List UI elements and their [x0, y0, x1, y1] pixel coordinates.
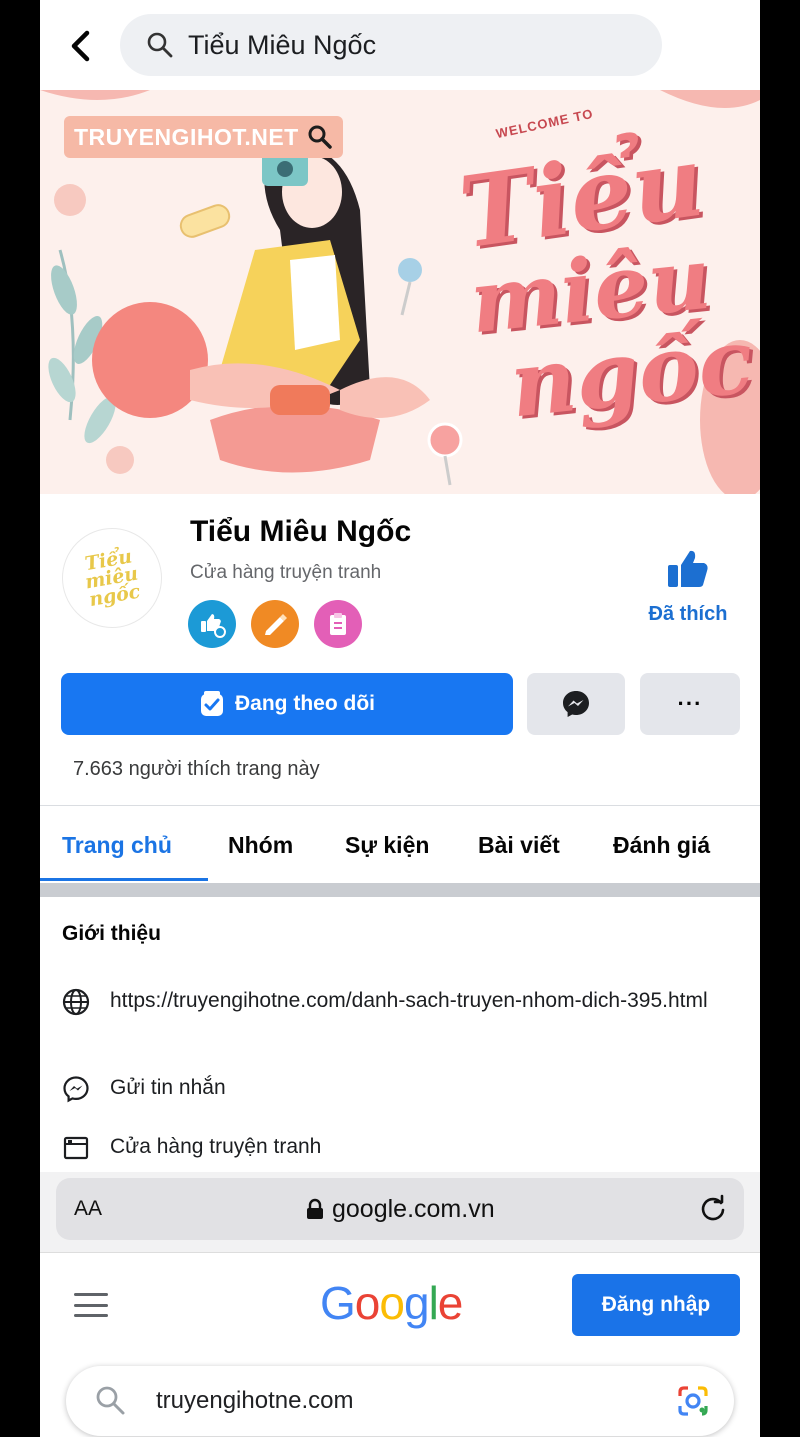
- section-separator: [40, 883, 760, 897]
- intro-title: Giới thiệu: [62, 922, 161, 945]
- cover-photo[interactable]: TRUYENGIHOT.NET WELCOME TO Tiểu miêu ngố…: [40, 90, 760, 494]
- lock-icon: [307, 1198, 323, 1219]
- address-host: google.com.vn: [306, 1195, 495, 1224]
- top-search-field[interactable]: Tiểu Miêu Ngốc: [120, 14, 662, 76]
- browser-address-area: AA google.com.vn: [40, 1172, 760, 1252]
- tab-posts[interactable]: Bài viết: [478, 832, 560, 859]
- likes-count: 7.663 người thích trang này: [73, 758, 320, 780]
- website-link[interactable]: https://truyengihotne.com/danh-sach-truy…: [110, 986, 710, 1016]
- phone-screen: Tiểu Miêu Ngốc TRUYENGIHOT.NET WELCOME T…: [40, 0, 760, 1437]
- clipboard-icon: [330, 613, 346, 635]
- top-bar: Tiểu Miêu Ngốc: [40, 0, 760, 90]
- liked-label: Đã thích: [648, 603, 728, 625]
- google-search-query: truyengihotne.com: [156, 1387, 354, 1414]
- pencil-icon: [265, 614, 287, 635]
- google-logo: Google: [320, 1276, 464, 1330]
- menu-icon[interactable]: [74, 1293, 108, 1317]
- thumbs-up-icon: [668, 550, 708, 587]
- more-button[interactable]: ···: [640, 673, 740, 735]
- cover-site-label: TRUYENGIHOT.NET: [64, 116, 343, 158]
- intro-message-row[interactable]: Gửi tin nhắn: [60, 1073, 226, 1105]
- sign-in-button[interactable]: Đăng nhập: [572, 1274, 740, 1336]
- storefront-icon: [63, 1136, 89, 1160]
- liked-button[interactable]: Đã thích: [640, 548, 736, 638]
- google-logo-letter: e: [437, 1277, 464, 1329]
- tab-home[interactable]: Trang chủ: [62, 832, 172, 859]
- following-label: Đang theo dõi: [235, 692, 375, 715]
- cover-site-text: TRUYENGIHOT.NET: [74, 123, 299, 150]
- reload-icon[interactable]: [698, 1194, 728, 1224]
- messenger-button[interactable]: [527, 673, 625, 735]
- checklist-badge[interactable]: [314, 600, 362, 648]
- category-text: Cửa hàng truyện tranh: [110, 1135, 322, 1158]
- search-icon: [147, 32, 173, 58]
- send-message-text[interactable]: Gửi tin nhắn: [110, 1073, 226, 1103]
- following-button[interactable]: Đang theo dõi: [61, 673, 513, 735]
- globe-icon: [62, 988, 90, 1016]
- chevron-left-icon: [71, 30, 90, 62]
- page-avatar[interactable]: Tiểu miêu ngốc: [62, 528, 162, 628]
- google-divider: [40, 1252, 760, 1253]
- google-search-box[interactable]: truyengihotne.com: [66, 1366, 734, 1436]
- active-tab-indicator: [40, 878, 208, 881]
- intro-category-row: Cửa hàng truyện tranh: [60, 1132, 321, 1164]
- tabs-divider: [40, 805, 760, 806]
- intro-website-row[interactable]: https://truyengihotne.com/danh-sach-truy…: [60, 986, 710, 1018]
- page-title: Tiểu Miêu Ngốc: [190, 515, 412, 548]
- tab-reviews[interactable]: Đánh giá: [613, 832, 710, 859]
- text-size-button[interactable]: AA: [74, 1197, 102, 1221]
- messenger-icon: [563, 691, 589, 717]
- thumbs-up-heart-icon: [201, 614, 226, 638]
- google-logo-letter: o: [379, 1277, 405, 1329]
- page-category: Cửa hàng truyện tranh: [190, 562, 382, 583]
- messenger-outline-icon: [63, 1076, 89, 1103]
- follow-check-icon: [201, 691, 223, 716]
- google-logo-letter: g: [403, 1277, 430, 1329]
- tab-events[interactable]: Sự kiện: [345, 832, 429, 859]
- top-search-query: Tiểu Miêu Ngốc: [188, 29, 377, 60]
- google-logo-letter: G: [320, 1277, 356, 1329]
- google-lens-icon[interactable]: [676, 1384, 710, 1418]
- search-icon: [96, 1386, 125, 1415]
- back-button[interactable]: [62, 26, 98, 66]
- tab-groups[interactable]: Nhóm: [228, 832, 293, 859]
- address-bar[interactable]: AA google.com.vn: [56, 1178, 744, 1240]
- creator-badge[interactable]: [251, 600, 299, 648]
- top-fan-badge[interactable]: [188, 600, 236, 648]
- google-logo-letter: o: [354, 1277, 381, 1329]
- search-icon: [308, 125, 332, 149]
- address-host-text: google.com.vn: [332, 1194, 495, 1223]
- google-logo-letter: l: [428, 1277, 439, 1329]
